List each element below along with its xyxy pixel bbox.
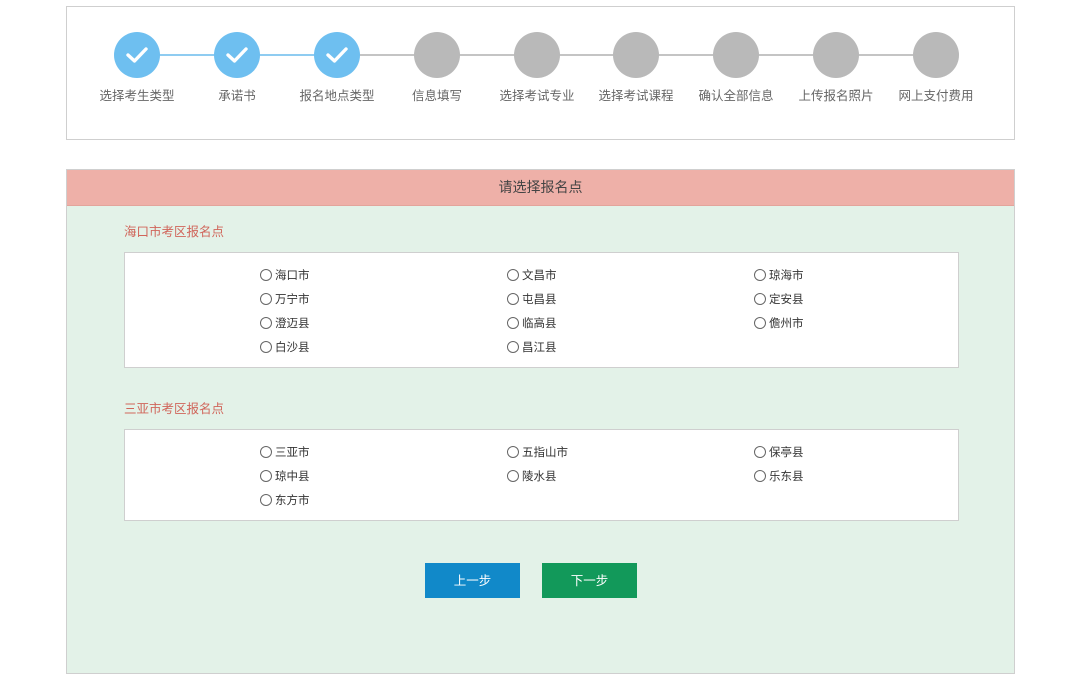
- step-label: 上传报名照片: [798, 88, 874, 103]
- radio-button[interactable]: [260, 317, 272, 329]
- options-box-sanya: 三亚市 五指山市 保亭县 琼中县 陵水县 乐东县 东方市: [124, 429, 959, 521]
- section-title-haikou: 海口市考区报名点: [124, 224, 225, 239]
- step-circle: [414, 32, 460, 78]
- step-9: 网上支付费用: [886, 32, 986, 104]
- radio-option[interactable]: 昌江县: [507, 339, 557, 355]
- radio-option[interactable]: 琼海市: [754, 267, 804, 283]
- step-circle: [713, 32, 759, 78]
- radio-button[interactable]: [260, 293, 272, 305]
- check-icon: [214, 32, 260, 78]
- radio-button[interactable]: [260, 470, 272, 482]
- radio-option[interactable]: 儋州市: [754, 315, 804, 331]
- step-label: 选择考试专业: [499, 88, 575, 103]
- radio-button[interactable]: [754, 446, 766, 458]
- radio-button[interactable]: [260, 446, 272, 458]
- step-circle: [813, 32, 859, 78]
- radio-button[interactable]: [754, 293, 766, 305]
- step-2: 承诺书: [187, 32, 287, 104]
- step-label: 网上支付费用: [898, 88, 974, 103]
- radio-button[interactable]: [260, 341, 272, 353]
- radio-option[interactable]: 五指山市: [507, 444, 568, 460]
- step-label: 选择考试课程: [598, 88, 674, 103]
- section-title-sanya: 三亚市考区报名点: [124, 401, 225, 416]
- radio-button[interactable]: [260, 494, 272, 506]
- radio-option[interactable]: 海口市: [260, 267, 310, 283]
- radio-button[interactable]: [754, 470, 766, 482]
- radio-option[interactable]: 白沙县: [260, 339, 310, 355]
- radio-option[interactable]: 陵水县: [507, 468, 557, 484]
- radio-option[interactable]: 东方市: [260, 492, 310, 508]
- radio-button[interactable]: [507, 341, 519, 353]
- radio-option[interactable]: 琼中县: [260, 468, 310, 484]
- step-3: 报名地点类型: [287, 32, 387, 104]
- radio-button[interactable]: [754, 269, 766, 281]
- radio-button[interactable]: [507, 470, 519, 482]
- radio-option[interactable]: 定安县: [754, 291, 804, 307]
- radio-option[interactable]: 乐东县: [754, 468, 804, 484]
- options-box-haikou: 海口市 文昌市 琼海市 万宁市 屯昌县 定安县 澄迈县 临高县 儋州市 白沙县 …: [124, 252, 959, 368]
- radio-option[interactable]: 临高县: [507, 315, 557, 331]
- radio-option[interactable]: 文昌市: [507, 267, 557, 283]
- check-icon: [114, 32, 160, 78]
- radio-button[interactable]: [754, 317, 766, 329]
- step-label: 确认全部信息: [698, 88, 774, 103]
- step-label: 承诺书: [218, 88, 256, 103]
- radio-option[interactable]: 保亭县: [754, 444, 804, 460]
- radio-button[interactable]: [507, 293, 519, 305]
- check-icon: [314, 32, 360, 78]
- previous-step-button[interactable]: 上一步: [425, 563, 520, 598]
- step-label: 报名地点类型: [299, 88, 375, 103]
- step-7: 确认全部信息: [686, 32, 786, 104]
- registration-site-panel: 请选择报名点 海口市考区报名点 海口市 文昌市 琼海市 万宁市 屯昌县 定安县 …: [66, 169, 1015, 674]
- step-4: 信息填写: [387, 32, 487, 104]
- step-circle: [514, 32, 560, 78]
- radio-button[interactable]: [507, 317, 519, 329]
- radio-option[interactable]: 万宁市: [260, 291, 310, 307]
- step-1: 选择考生类型: [87, 32, 187, 104]
- step-circle: [613, 32, 659, 78]
- radio-button[interactable]: [260, 269, 272, 281]
- step-circle: [913, 32, 959, 78]
- radio-option[interactable]: 澄迈县: [260, 315, 310, 331]
- step-label: 信息填写: [411, 88, 462, 103]
- radio-option[interactable]: 三亚市: [260, 444, 310, 460]
- panel-header: 请选择报名点: [67, 170, 1014, 206]
- step-5: 选择考试专业: [487, 32, 587, 104]
- progress-stepper: 选择考生类型 承诺书 报名地点类型 信息填写 选择考试专业 选择考试课程 确认全…: [66, 6, 1015, 140]
- step-6: 选择考试课程: [586, 32, 686, 104]
- next-step-button[interactable]: 下一步: [542, 563, 637, 598]
- radio-button[interactable]: [507, 269, 519, 281]
- step-8: 上传报名照片: [786, 32, 886, 104]
- radio-button[interactable]: [507, 446, 519, 458]
- radio-option[interactable]: 屯昌县: [507, 291, 557, 307]
- step-label: 选择考生类型: [99, 88, 175, 103]
